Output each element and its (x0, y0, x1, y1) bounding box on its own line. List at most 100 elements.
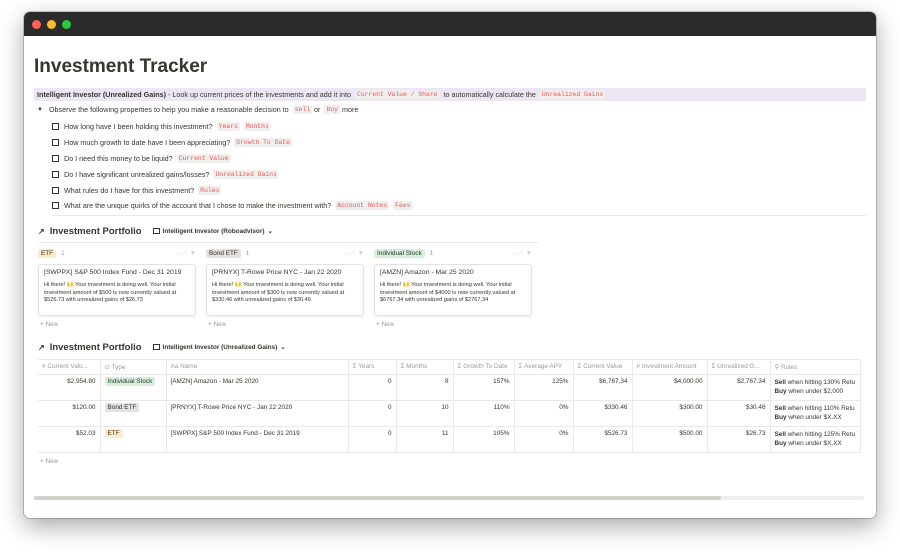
cell-unrealized-gains[interactable]: $26.73 (707, 426, 771, 453)
cell-unrealized-gains[interactable]: $2,767.34 (707, 374, 771, 401)
cell-name[interactable]: [AMZN] Amazon - Mar 25 2020 (166, 374, 349, 401)
column-header[interactable]: # Investment Amount (632, 358, 708, 375)
link-arrow-icon[interactable]: ↗ (38, 343, 45, 352)
board-title[interactable]: Investment Portfolio (50, 226, 142, 237)
cell-current-value[interactable]: $330.46 (573, 400, 633, 427)
table-view-selector[interactable]: Intelligent Investor (Unrealized Gains) … (152, 343, 286, 351)
cell-rules[interactable]: Sell when hitting 125% Retu Buy when unde… (770, 426, 861, 453)
column-tag[interactable]: Bond ETF (206, 249, 241, 259)
column-header[interactable]: Σ Years (348, 358, 397, 375)
callout-code-unrealized: Unrealized Gains (539, 90, 606, 99)
type-tag: Bond ETF (104, 402, 140, 412)
checkbox[interactable] (52, 202, 59, 210)
column-tag[interactable]: Individual Stock (374, 249, 425, 259)
cell-investment-amount[interactable]: $500.00 (632, 426, 708, 453)
cell-growth[interactable]: 157% (453, 374, 515, 401)
board-column: ETF 1 ··· + [SWPPX] S&P 500 Index Fund - De… (38, 248, 196, 328)
column-header[interactable]: ⊙ Type (100, 358, 167, 375)
column-new-button[interactable]: + New (38, 321, 196, 328)
todo-code: Account Notes (335, 201, 390, 211)
checkbox[interactable] (52, 186, 59, 194)
column-header[interactable]: Σ Months (396, 358, 454, 375)
table-row[interactable]: $2,954.80 Individual Stock [AMZN] Amazon -… (38, 374, 861, 401)
cell-investment-amount[interactable]: $4,000.00 (632, 374, 708, 401)
cell-apy[interactable]: 0% (514, 426, 574, 453)
column-tools[interactable]: ··· + (346, 250, 364, 257)
column-header[interactable]: Σ Average APY (514, 358, 574, 375)
column-tag[interactable]: ETF (38, 249, 57, 259)
board-card[interactable]: [AMZN] Amazon - Mar 25 2020 Hi there! 🙌 Y… (374, 263, 532, 316)
page-title[interactable]: Investment Tracker (34, 56, 866, 78)
cell-investment-amount[interactable]: $300.00 (632, 400, 708, 427)
checkbox[interactable] (52, 123, 59, 131)
link-arrow-icon[interactable]: ↗ (38, 227, 45, 236)
checkbox[interactable] (52, 139, 59, 147)
toggle-triangle-icon[interactable]: ▼ (37, 107, 43, 113)
column-count: 1 (61, 250, 65, 258)
todo-text: Do I need this money to be liquid? (64, 153, 173, 163)
board-card[interactable]: [SWPPX] S&P 500 Index Fund - Dec 31 2019… (38, 263, 196, 316)
toggle-block[interactable]: ▼ Observe the following properties to he… (34, 105, 866, 114)
kanban-board: ETF 1 ··· + [SWPPX] S&P 500 Index Fund - De… (38, 248, 866, 328)
column-new-label: New (381, 320, 395, 328)
table-row[interactable]: $52.03 ETF [SWPPX] S&P 500 Index Fund - De… (38, 426, 861, 453)
cell-months[interactable]: 11 (396, 426, 454, 453)
cell-name[interactable]: [SWPPX] S&P 500 Index Fund - Dec 31 2019 (166, 426, 349, 453)
close-window-button[interactable] (32, 19, 41, 29)
column-new-button[interactable]: + New (374, 321, 532, 328)
cell-type[interactable]: Individual Stock (100, 374, 167, 401)
rule-text: when under $X.XX (786, 439, 842, 447)
type-tag: ETF (104, 428, 123, 438)
cell-apy[interactable]: 125% (514, 374, 574, 401)
portfolio-table: # Current Valu... ⊙ Type Aa Name Σ Years Σ M… (38, 358, 861, 453)
cell-years[interactable]: 0 (348, 426, 397, 453)
cell-current-value-share[interactable]: $2,954.80 (38, 374, 101, 401)
cell-type[interactable]: Bond ETF (100, 400, 167, 427)
todo-item: Do I have significant unrealized gains/l… (52, 166, 866, 182)
cell-years[interactable]: 0 (348, 400, 397, 427)
checkbox[interactable] (52, 170, 59, 178)
checkbox[interactable] (52, 154, 59, 162)
column-header[interactable]: Σ Unrealized G... (707, 358, 771, 375)
table-row[interactable]: $120.00 Bond ETF [PRNYX] T-Rowe Price NYC … (38, 400, 861, 427)
cell-current-value[interactable]: $526.73 (573, 426, 633, 453)
todo-list: How long have I been holding this invest… (52, 119, 866, 214)
cell-type[interactable]: ETF (100, 426, 167, 453)
cell-rules[interactable]: Sell when hitting 130% Retu Buy when unde… (770, 374, 861, 401)
column-header[interactable]: # Current Valu... (38, 358, 101, 375)
table-view-label: Intelligent Investor (Unrealized Gains) (162, 343, 278, 351)
horizontal-scrollbar[interactable] (34, 496, 864, 500)
minimize-window-button[interactable] (47, 19, 56, 29)
column-header[interactable]: ⚲ Rules (770, 358, 861, 375)
cell-months[interactable]: 10 (396, 400, 454, 427)
table-title[interactable]: Investment Portfolio (50, 342, 142, 353)
table-new-button[interactable]: + New (38, 458, 866, 465)
cell-growth[interactable]: 110% (453, 400, 515, 427)
maximize-window-button[interactable] (62, 19, 71, 29)
cell-name[interactable]: [PRNYX] T-Rowe Price NYC - Jan 22 2020 (166, 400, 349, 427)
cell-unrealized-gains[interactable]: $30.46 (707, 400, 771, 427)
todo-item: How long have I been holding this invest… (52, 119, 866, 135)
cell-current-value-share[interactable]: $52.03 (38, 426, 101, 453)
cell-years[interactable]: 0 (348, 374, 397, 401)
column-tools[interactable]: ··· + (178, 250, 196, 257)
cell-rules[interactable]: Sell when hitting 110% Retu Buy when unde… (770, 400, 861, 427)
todo-code: Fees (393, 201, 413, 211)
toggle-code-buy: buy (324, 105, 340, 114)
column-tools[interactable]: ··· + (514, 250, 532, 257)
cell-growth[interactable]: 105% (453, 426, 515, 453)
rule-keyword: Sell (774, 430, 786, 438)
scrollbar-thumb[interactable] (34, 496, 721, 500)
board-view-selector[interactable]: Intelligent Investor (Roboadvisor) ⌄ (152, 227, 273, 235)
app-window: Investment Tracker Intelligent Investor … (24, 12, 876, 518)
cell-months[interactable]: 8 (396, 374, 454, 401)
column-header[interactable]: Σ Current Value (573, 358, 633, 375)
cell-apy[interactable]: 0% (514, 400, 574, 427)
column-header[interactable]: Aa Name (166, 358, 349, 375)
cell-current-value[interactable]: $6,767.34 (573, 374, 633, 401)
column-new-button[interactable]: + New (206, 321, 364, 328)
cell-current-value-share[interactable]: $120.00 (38, 400, 101, 427)
column-header[interactable]: Σ Growth To Date (453, 358, 515, 375)
callout-block[interactable]: Intelligent Investor (Unrealized Gains) … (34, 88, 866, 101)
board-card[interactable]: [PRNYX] T-Rowe Price NYC - Jan 22 2020 Hi… (206, 263, 364, 316)
